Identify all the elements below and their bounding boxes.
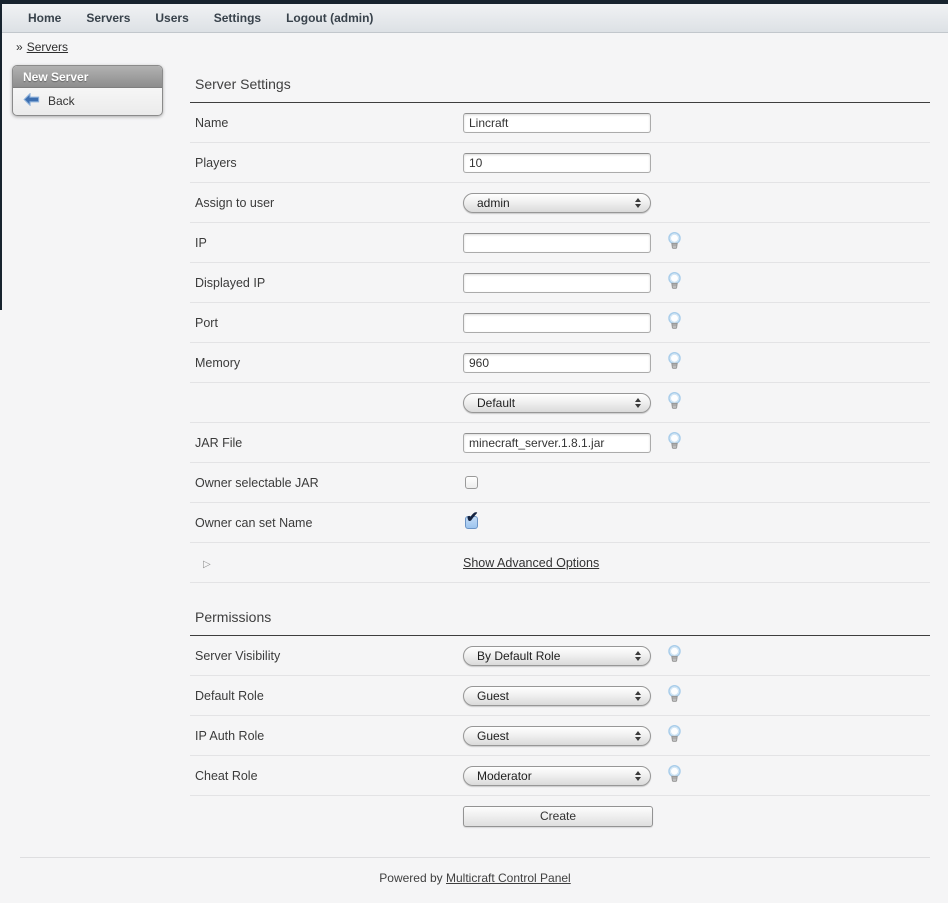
form-row-players: Players — [190, 143, 930, 183]
section-title-server-settings: Server Settings — [190, 66, 930, 103]
owner-can-set-name-label: Owner can set Name — [195, 516, 463, 530]
form-row-default-role: Default Role Guest — [190, 676, 930, 716]
new-server-form: Server Settings Name Players Assign to u… — [190, 66, 930, 836]
assign-to-user-label: Assign to user — [195, 196, 463, 210]
nav-servers[interactable]: Servers — [86, 11, 130, 25]
displayed-ip-label: Displayed IP — [195, 276, 463, 290]
displayed-ip-hint-bulb-icon[interactable] — [667, 272, 682, 294]
name-input[interactable] — [463, 113, 651, 133]
form-row-server-visibility: Server Visibility By Default Role — [190, 636, 930, 676]
players-label: Players — [195, 156, 463, 170]
jar-file-hint-bulb-icon[interactable] — [667, 432, 682, 454]
ip-hint-bulb-icon[interactable] — [667, 232, 682, 254]
cheat-role-selected-value: Moderator — [477, 769, 532, 783]
default-role-label: Default Role — [195, 689, 463, 703]
form-row-owner-can-set-name: Owner can set Name ✔ — [190, 503, 930, 543]
ip-auth-role-select[interactable]: Guest — [463, 726, 651, 746]
default-role-selected-value: Guest — [477, 689, 509, 703]
ip-auth-role-hint-bulb-icon[interactable] — [667, 725, 682, 747]
ip-input[interactable] — [463, 233, 651, 253]
nav-users[interactable]: Users — [155, 11, 188, 25]
memory-unit-select[interactable]: Default — [463, 393, 651, 413]
nav-home[interactable]: Home — [28, 11, 61, 25]
players-input[interactable] — [463, 153, 651, 173]
form-row-memory: Memory — [190, 343, 930, 383]
form-row-jar-file: JAR File — [190, 423, 930, 463]
form-row-ip-auth-role: IP Auth Role Guest — [190, 716, 930, 756]
memory-unit-hint-bulb-icon[interactable] — [667, 392, 682, 414]
owner-selectable-jar-checkbox[interactable] — [465, 476, 478, 489]
select-stepper-icon — [635, 771, 641, 781]
show-advanced-options-link[interactable]: Show Advanced Options — [463, 556, 599, 570]
displayed-ip-input[interactable] — [463, 273, 651, 293]
cheat-role-label: Cheat Role — [195, 769, 463, 783]
breadcrumb-servers-link[interactable]: Servers — [27, 40, 68, 54]
owner-can-set-name-checkbox[interactable]: ✔ — [465, 516, 478, 529]
disclosure-triangle-icon[interactable]: ▷ — [203, 559, 211, 570]
back-label: Back — [48, 94, 75, 108]
server-visibility-selected-value: By Default Role — [477, 649, 560, 663]
cheat-role-hint-bulb-icon[interactable] — [667, 765, 682, 787]
cheat-role-select[interactable]: Moderator — [463, 766, 651, 786]
select-stepper-icon — [635, 731, 641, 741]
create-button[interactable]: Create — [463, 806, 653, 827]
footer-text: Powered by — [379, 871, 442, 885]
port-label: Port — [195, 316, 463, 330]
form-row-advanced-options: ▷ Show Advanced Options — [190, 543, 930, 583]
breadcrumb-marker-icon: » — [16, 40, 23, 54]
ip-label: IP — [195, 236, 463, 250]
owner-selectable-jar-label: Owner selectable JAR — [195, 476, 463, 490]
select-stepper-icon — [635, 691, 641, 701]
server-visibility-hint-bulb-icon[interactable] — [667, 645, 682, 667]
select-stepper-icon — [635, 198, 641, 208]
form-row-name: Name — [190, 103, 930, 143]
form-row-port: Port — [190, 303, 930, 343]
port-hint-bulb-icon[interactable] — [667, 312, 682, 334]
default-role-select[interactable]: Guest — [463, 686, 651, 706]
nav-settings[interactable]: Settings — [214, 11, 261, 25]
section-title-permissions: Permissions — [190, 599, 930, 636]
port-input[interactable] — [463, 313, 651, 333]
form-row-owner-selectable-jar: Owner selectable JAR — [190, 463, 930, 503]
memory-unit-selected-value: Default — [477, 396, 515, 410]
checkmark-icon: ✔ — [466, 510, 479, 525]
nav-logout[interactable]: Logout (admin) — [286, 11, 373, 25]
server-visibility-select[interactable]: By Default Role — [463, 646, 651, 666]
form-row-ip: IP — [190, 223, 930, 263]
form-row-displayed-ip: Displayed IP — [190, 263, 930, 303]
name-label: Name — [195, 116, 463, 130]
window-top-edge — [0, 0, 948, 4]
memory-label: Memory — [195, 356, 463, 370]
sidebar-title: New Server — [13, 66, 162, 88]
assign-to-user-select[interactable]: admin — [463, 193, 651, 213]
default-role-hint-bulb-icon[interactable] — [667, 685, 682, 707]
ip-auth-role-selected-value: Guest — [477, 729, 509, 743]
ip-auth-role-label: IP Auth Role — [195, 729, 463, 743]
select-stepper-icon — [635, 651, 641, 661]
back-arrow-icon — [23, 93, 40, 109]
form-row-memory-unit: Default — [190, 383, 930, 423]
select-stepper-icon — [635, 398, 641, 408]
footer: Powered by Multicraft Control Panel — [20, 857, 930, 885]
memory-hint-bulb-icon[interactable] — [667, 352, 682, 374]
breadcrumb: » Servers — [16, 40, 68, 54]
form-row-create: Create — [190, 796, 930, 836]
multicraft-control-panel-link[interactable]: Multicraft Control Panel — [446, 871, 571, 885]
jar-file-input[interactable] — [463, 433, 651, 453]
window-left-edge — [0, 0, 2, 310]
memory-input[interactable] — [463, 353, 651, 373]
server-visibility-label: Server Visibility — [195, 649, 463, 663]
form-row-assign-to-user: Assign to user admin — [190, 183, 930, 223]
sidebar-menu: New Server Back — [12, 65, 163, 116]
assign-to-user-selected-value: admin — [477, 196, 510, 210]
jar-file-label: JAR File — [195, 436, 463, 450]
main-nav: Home Servers Users Settings Logout (admi… — [0, 4, 948, 33]
form-row-cheat-role: Cheat Role Moderator — [190, 756, 930, 796]
back-button[interactable]: Back — [13, 88, 162, 115]
